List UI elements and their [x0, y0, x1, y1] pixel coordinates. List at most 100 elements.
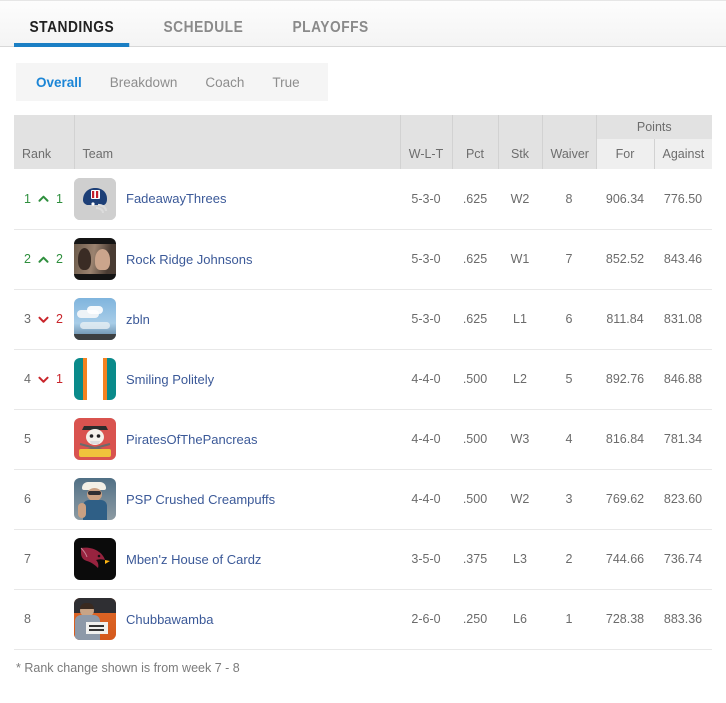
- rank-number: 5: [24, 432, 31, 446]
- team-info: zbln: [74, 298, 392, 340]
- subtab-breakdown[interactable]: Breakdown: [96, 75, 192, 90]
- team-avatar[interactable]: [74, 238, 116, 280]
- rank-cell: 8: [14, 589, 74, 650]
- subtab-true[interactable]: True: [258, 75, 313, 90]
- column-header-stk[interactable]: Stk: [498, 139, 543, 169]
- column-header-team[interactable]: Team: [74, 139, 401, 169]
- rank-number: 2: [24, 252, 31, 266]
- standings-table: Points Rank Team W-L-T Pct Stk Waiver Fo…: [14, 115, 712, 650]
- table-row: 7 Mben'z House of Cardz 3-5-0.375 L3 2 744.66…: [14, 529, 712, 590]
- column-header-rank[interactable]: Rank: [14, 139, 75, 169]
- wlt-cell: 5-3-0: [400, 169, 452, 230]
- main-tab-bar: STANDINGS SCHEDULE PLAYOFFS: [0, 0, 726, 47]
- team-cell: PiratesOfThePancreas: [74, 409, 400, 470]
- pct-cell: .500: [452, 409, 498, 470]
- streak-cell: W3: [498, 409, 542, 470]
- team-avatar[interactable]: [74, 478, 116, 520]
- column-header-pct[interactable]: Pct: [452, 139, 499, 169]
- table-row: 3 2 zbln 5-3-0.625 L1 6 811.84 831.08: [14, 289, 712, 350]
- pct-cell: .625: [452, 289, 498, 350]
- rank-cell: 7: [14, 529, 74, 590]
- team-name-link[interactable]: Rock Ridge Johnsons: [126, 252, 252, 267]
- points-against-cell: 781.34: [654, 409, 712, 470]
- streak-cell: L1: [498, 289, 542, 350]
- rank-indicator: 7: [24, 552, 66, 566]
- team-name-link[interactable]: Chubbawamba: [126, 612, 213, 627]
- rank-cell: 22: [14, 229, 74, 290]
- table-row: 1 1 FadeawayThrees 5-3-0.625 W2 8 906.34 776.50: [14, 169, 712, 230]
- wlt-cell: 3-5-0: [400, 529, 452, 590]
- team-avatar[interactable]: [74, 177, 116, 220]
- points-for-cell: 728.38: [596, 589, 654, 650]
- table-row: 6 PSP Crushed Creampuffs 4-4-0.500 W2 3 769.6…: [14, 469, 712, 530]
- column-header-waiver[interactable]: Waiver: [542, 139, 597, 169]
- rank-change-value: 2: [55, 252, 63, 266]
- group-blank-stk: [498, 115, 543, 139]
- team-avatar[interactable]: [74, 358, 116, 400]
- team-name-link[interactable]: Mben'z House of Cardz: [126, 552, 261, 567]
- waiver-cell: 2: [542, 529, 596, 590]
- pct-cell: .625: [452, 169, 498, 230]
- team-info: Chubbawamba: [74, 598, 392, 640]
- points-against-cell: 823.60: [654, 469, 712, 530]
- column-header-points-for[interactable]: For: [596, 139, 655, 169]
- team-avatar[interactable]: [74, 418, 116, 460]
- rank-cell: 11: [14, 169, 74, 230]
- pct-cell: .375: [452, 529, 498, 590]
- table-body: 1 1 FadeawayThrees 5-3-0.625 W2 8 906.34 776.50…: [14, 169, 712, 650]
- wlt-cell: 4-4-0: [400, 469, 452, 530]
- tab-playoffs[interactable]: PLAYOFFS: [277, 20, 384, 46]
- waiver-cell: 6: [542, 289, 596, 350]
- standings-table-container: Points Rank Team W-L-T Pct Stk Waiver Fo…: [0, 101, 726, 650]
- column-header-points-against[interactable]: Against: [654, 139, 712, 169]
- wlt-cell: 5-3-0: [400, 229, 452, 290]
- team-name-link[interactable]: FadeawayThrees: [126, 191, 226, 206]
- rank-number: 7: [24, 552, 31, 566]
- rank-number: 4: [24, 372, 31, 386]
- rank-cell: 6: [14, 469, 74, 530]
- team-avatar[interactable]: [74, 598, 116, 640]
- table-row: 4 1 Smiling Politely 4-4-0.500 L2 5 892.76 846.…: [14, 349, 712, 410]
- tab-standings[interactable]: STANDINGS: [14, 20, 130, 47]
- streak-cell: L2: [498, 349, 542, 410]
- team-avatar[interactable]: [74, 298, 116, 340]
- team-name-link[interactable]: zbln: [126, 312, 150, 327]
- points-against-cell: 776.50: [654, 169, 712, 230]
- column-header-wlt[interactable]: W-L-T: [400, 139, 453, 169]
- team-cell: Rock Ridge Johnsons: [74, 229, 400, 290]
- subtab-bar: Overall Breakdown Coach True: [16, 63, 328, 101]
- group-blank-pct: [452, 115, 499, 139]
- standings-page: STANDINGS SCHEDULE PLAYOFFS Overall Brea…: [0, 0, 726, 703]
- tab-schedule[interactable]: SCHEDULE: [148, 20, 259, 46]
- table-row: 5 PiratesOfThePancreas 4-4-0.500 W3 4 816.84 7…: [14, 409, 712, 470]
- team-info: PiratesOfThePancreas: [74, 418, 392, 460]
- subtab-bar-container: Overall Breakdown Coach True: [0, 47, 726, 101]
- subtab-coach[interactable]: Coach: [191, 75, 258, 90]
- rank-indicator: 22: [24, 252, 66, 266]
- streak-cell: W2: [498, 169, 542, 230]
- table-row: 8 Chubbawamba 2-6-0.250 L6 1 728.38 883.36: [14, 589, 712, 650]
- rank-indicator: 6: [24, 492, 66, 506]
- rank-indicator: 32: [24, 312, 66, 326]
- rank-indicator: 8: [24, 612, 66, 626]
- rank-cell: 41: [14, 349, 74, 410]
- rank-cell: 5: [14, 409, 74, 470]
- active-tab-underline: [14, 43, 130, 47]
- team-name-link[interactable]: PSP Crushed Creampuffs: [126, 492, 275, 507]
- wlt-cell: 2-6-0: [400, 589, 452, 650]
- chevron-down-icon: [38, 376, 49, 383]
- subtab-overall[interactable]: Overall: [30, 75, 96, 90]
- rank-indicator: 11: [24, 192, 66, 206]
- waiver-cell: 1: [542, 589, 596, 650]
- team-cell: Smiling Politely: [74, 349, 400, 410]
- chevron-down-icon: [38, 316, 49, 323]
- points-for-cell: 892.76: [596, 349, 654, 410]
- team-name-link[interactable]: PiratesOfThePancreas: [126, 432, 258, 447]
- team-name-link[interactable]: Smiling Politely: [126, 372, 214, 387]
- wlt-cell: 4-4-0: [400, 409, 452, 470]
- team-cell: FadeawayThrees: [74, 169, 400, 230]
- team-avatar[interactable]: [74, 538, 116, 580]
- pct-cell: .500: [452, 469, 498, 530]
- points-for-cell: 816.84: [596, 409, 654, 470]
- group-blank-wlt: [400, 115, 453, 139]
